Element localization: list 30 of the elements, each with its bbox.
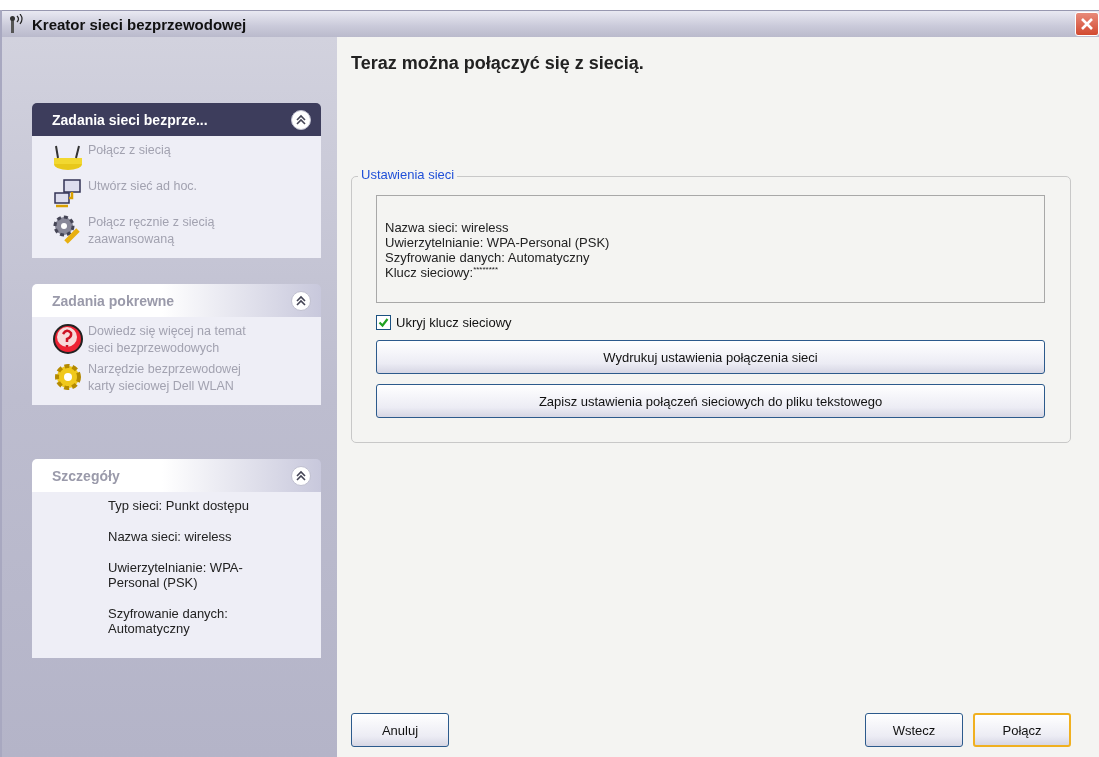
- detail-text: Nazwa sieci: wireless: [107, 529, 233, 544]
- footer-button[interactable]: Połącz: [973, 713, 1071, 747]
- close-icon: [1079, 16, 1095, 32]
- collapse-icon[interactable]: [291, 465, 311, 486]
- panel-header[interactable]: Szczegóły: [32, 459, 321, 492]
- window-title: Kreator sieci bezprzewodowej: [32, 15, 248, 33]
- page-heading: Teraz można połączyć się z siecią.: [351, 53, 645, 74]
- detail-text: Typ sieci: Punkt dostępu: [107, 498, 250, 513]
- help-icon: [52, 323, 84, 355]
- antenna-icon: [8, 14, 26, 34]
- footer-button[interactable]: Wstecz: [865, 713, 963, 747]
- action-button[interactable]: Wydrukuj ustawienia połączenia sieci: [376, 340, 1045, 374]
- checkbox-label: Ukryj klucz sieciowy: [396, 315, 512, 330]
- gear-icon: [52, 361, 84, 393]
- panel-title: Szczegóły: [52, 467, 121, 484]
- computers-icon: [52, 178, 84, 210]
- detail-text: Szyfrowanie danych: Automatyczny: [107, 606, 229, 636]
- footer-button[interactable]: Anuluj: [351, 713, 449, 747]
- panel-title: Zadania pokrewne: [52, 292, 176, 309]
- collapse-icon[interactable]: [291, 109, 311, 130]
- action-button[interactable]: Zapisz ustawienia połączeń sieciowych do pliku tekstowego: [376, 384, 1045, 418]
- detail-text: Uwierzytelnianie: WPA-Personal (PSK): [107, 560, 244, 590]
- group-legend: Ustawienia sieci: [358, 167, 458, 182]
- checkbox[interactable]: [376, 315, 391, 330]
- collapse-icon[interactable]: [291, 290, 311, 311]
- panel-title: Zadania sieci bezprze...: [52, 111, 209, 128]
- panel-header[interactable]: Zadania pokrewne: [32, 284, 321, 317]
- settings-summary: Nazwa sieci: wireless Uwierzytelnianie: WPA-Personal (PSK) Szyfrowanie danych: Automatyczny Klucz sieciowy:$^{********}$: [376, 195, 1045, 303]
- panel-header[interactable]: Zadania sieci bezprze...: [32, 103, 321, 136]
- close-button[interactable]: [1075, 12, 1099, 36]
